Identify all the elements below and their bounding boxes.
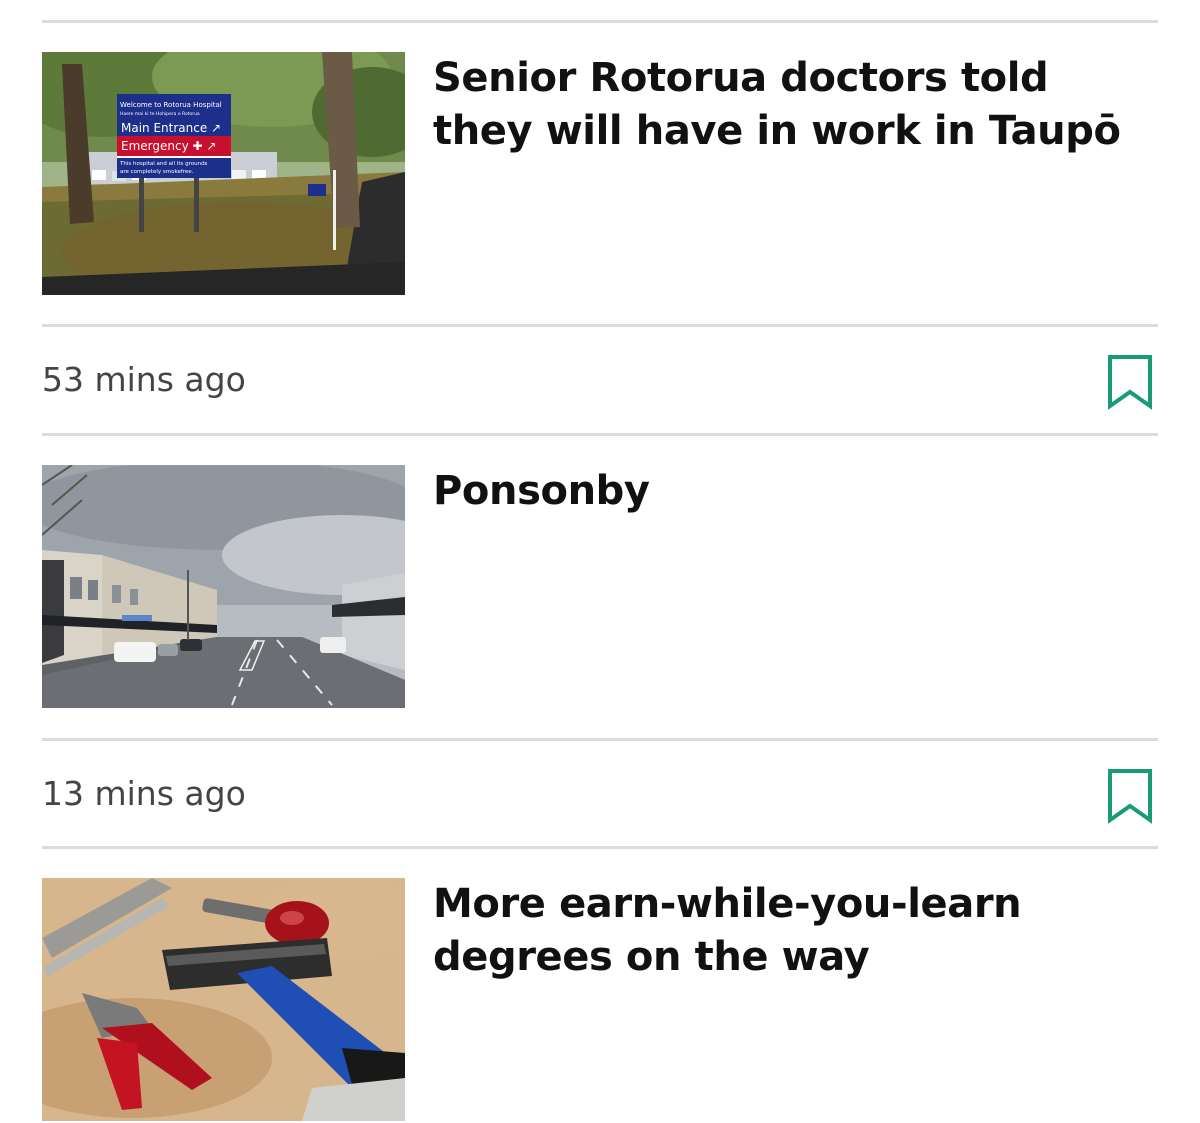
svg-text:Welcome to Rotorua Hospital: Welcome to Rotorua Hospital [120,101,222,109]
story-headline[interactable]: Senior Rotorua doctors told they will ha… [433,52,1133,158]
bookmark-icon[interactable] [1106,768,1154,824]
story-meta-row: 53 mins ago [42,327,1158,433]
bookmark-icon[interactable] [1106,354,1154,410]
story-image-tools[interactable] [42,878,405,1121]
story-headline[interactable]: More earn-while-you-learn degrees on the… [433,878,1133,984]
story-image-rotorua-hospital[interactable]: Welcome to Rotorua Hospital Haere mai ki… [42,52,405,295]
story-card[interactable]: More earn-while-you-learn degrees on the… [42,878,1158,1122]
news-feed: Welcome to Rotorua Hospital Haere mai ki… [42,0,1158,1123]
svg-text:Emergency ✚ ↗: Emergency ✚ ↗ [121,139,216,153]
story-card[interactable]: Ponsonby [42,465,1158,709]
divider [42,20,1158,23]
story-headline[interactable]: Ponsonby [433,465,1133,518]
story-timestamp: 13 mins ago [42,774,246,813]
svg-text:Haere mai ki te Hohipera o Rot: Haere mai ki te Hohipera o Rotorua [120,111,200,117]
story-timestamp: 53 mins ago [42,360,246,399]
svg-text:This hospital and all its grou: This hospital and all its grounds [119,161,208,167]
svg-text:Main Entrance ↗: Main Entrance ↗ [121,121,221,135]
divider [42,846,1158,849]
story-image-ponsonby[interactable] [42,465,405,708]
story-meta-row: 13 mins ago [42,741,1158,847]
story-card[interactable]: Welcome to Rotorua Hospital Haere mai ki… [42,52,1158,296]
svg-text:are completely smokefree.: are completely smokefree. [120,169,194,175]
divider [42,433,1158,436]
